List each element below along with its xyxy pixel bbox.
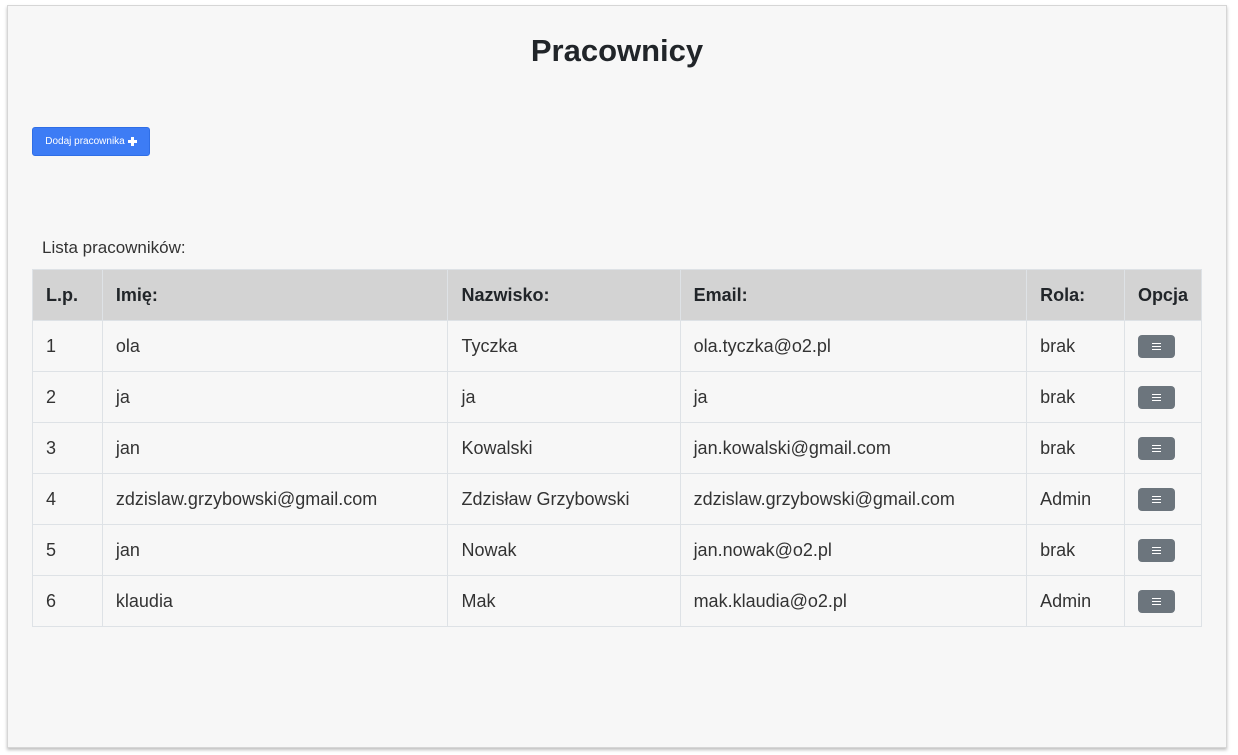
cell-last-name: Kowalski — [447, 422, 681, 474]
cell-lp: 5 — [32, 524, 103, 576]
header-last-name: Nazwisko: — [447, 269, 681, 321]
cell-lp: 6 — [32, 575, 103, 627]
cell-role: brak — [1026, 422, 1125, 474]
row-options-button[interactable] — [1137, 589, 1175, 613]
header-email: Email: — [679, 269, 1028, 321]
cell-role: brak — [1026, 320, 1125, 372]
row-options-button[interactable] — [1137, 385, 1175, 409]
cell-lp: 1 — [32, 320, 103, 372]
cell-first-name: ja — [101, 371, 449, 423]
cell-last-name: Nowak — [447, 524, 681, 576]
cell-first-name: zdzislaw.grzybowski@gmail.com — [101, 473, 449, 525]
row-options-button[interactable] — [1137, 436, 1175, 460]
cell-option — [1123, 320, 1203, 372]
cell-email: ola.tyczka@o2.pl — [679, 320, 1028, 372]
row-options-button[interactable] — [1137, 538, 1175, 562]
page-title: Pracownicy — [530, 33, 704, 68]
cell-role: Admin — [1026, 575, 1125, 627]
cell-option — [1123, 524, 1203, 576]
employee-list-caption: Lista pracowników: — [42, 238, 186, 257]
cell-lp: 2 — [32, 371, 103, 423]
menu-icon — [1151, 444, 1161, 452]
cell-role: brak — [1026, 524, 1125, 576]
cell-lp: 3 — [32, 422, 103, 474]
cell-lp: 4 — [32, 473, 103, 525]
cell-last-name: ja — [447, 371, 681, 423]
header-option: Opcja — [1123, 269, 1203, 321]
row-options-button[interactable] — [1137, 487, 1175, 511]
table-row: 2 ja ja ja brak — [32, 371, 1203, 423]
cell-email: jan.nowak@o2.pl — [679, 524, 1028, 576]
table-row: 1 ola Tyczka ola.tyczka@o2.pl brak — [32, 320, 1203, 372]
cell-role: brak — [1026, 371, 1125, 423]
table-row: 4 zdzislaw.grzybowski@gmail.com Zdzisław G… — [32, 473, 1203, 525]
menu-icon — [1151, 495, 1161, 503]
cell-option — [1123, 575, 1203, 627]
cell-first-name: jan — [101, 524, 449, 576]
cell-email: ja — [679, 371, 1028, 423]
header-role: Rola: — [1026, 269, 1125, 321]
menu-icon — [1151, 546, 1161, 554]
table-row: 3 jan Kowalski jan.kowalski@gmail.com brak — [32, 422, 1203, 474]
menu-icon — [1151, 342, 1161, 350]
cell-option — [1123, 422, 1203, 474]
add-employee-button[interactable]: Dodaj pracownika — [32, 127, 150, 156]
header-lp: L.p. — [32, 269, 103, 321]
cell-last-name: Tyczka — [447, 320, 681, 372]
cell-email: zdzislaw.grzybowski@gmail.com — [679, 473, 1028, 525]
cell-first-name: jan — [101, 422, 449, 474]
cell-last-name: Zdzisław Grzybowski — [447, 473, 681, 525]
table-header-row: L.p. Imię: Nazwisko: Email: Rola: Opcja — [32, 269, 1203, 321]
cell-first-name: ola — [101, 320, 449, 372]
cell-email: jan.kowalski@gmail.com — [679, 422, 1028, 474]
employee-table: L.p. Imię: Nazwisko: Email: Rola: Opcja … — [32, 269, 1203, 627]
cell-last-name: Mak — [447, 575, 681, 627]
table-row: 5 jan Nowak jan.nowak@o2.pl brak — [32, 524, 1203, 576]
menu-icon — [1151, 393, 1161, 401]
cell-first-name: klaudia — [101, 575, 449, 627]
plus-icon — [127, 137, 137, 146]
main-panel: Pracownicy Dodaj pracownika Lista pracow… — [7, 5, 1227, 748]
row-options-button[interactable] — [1137, 334, 1175, 358]
cell-option — [1123, 473, 1203, 525]
cell-email: mak.klaudia@o2.pl — [679, 575, 1028, 627]
cell-role: Admin — [1026, 473, 1125, 525]
menu-icon — [1151, 597, 1161, 605]
header-first-name: Imię: — [101, 269, 449, 321]
add-employee-label: Dodaj pracownika — [45, 136, 125, 147]
cell-option — [1123, 371, 1203, 423]
table-row: 6 klaudia Mak mak.klaudia@o2.pl Admin — [32, 575, 1203, 627]
